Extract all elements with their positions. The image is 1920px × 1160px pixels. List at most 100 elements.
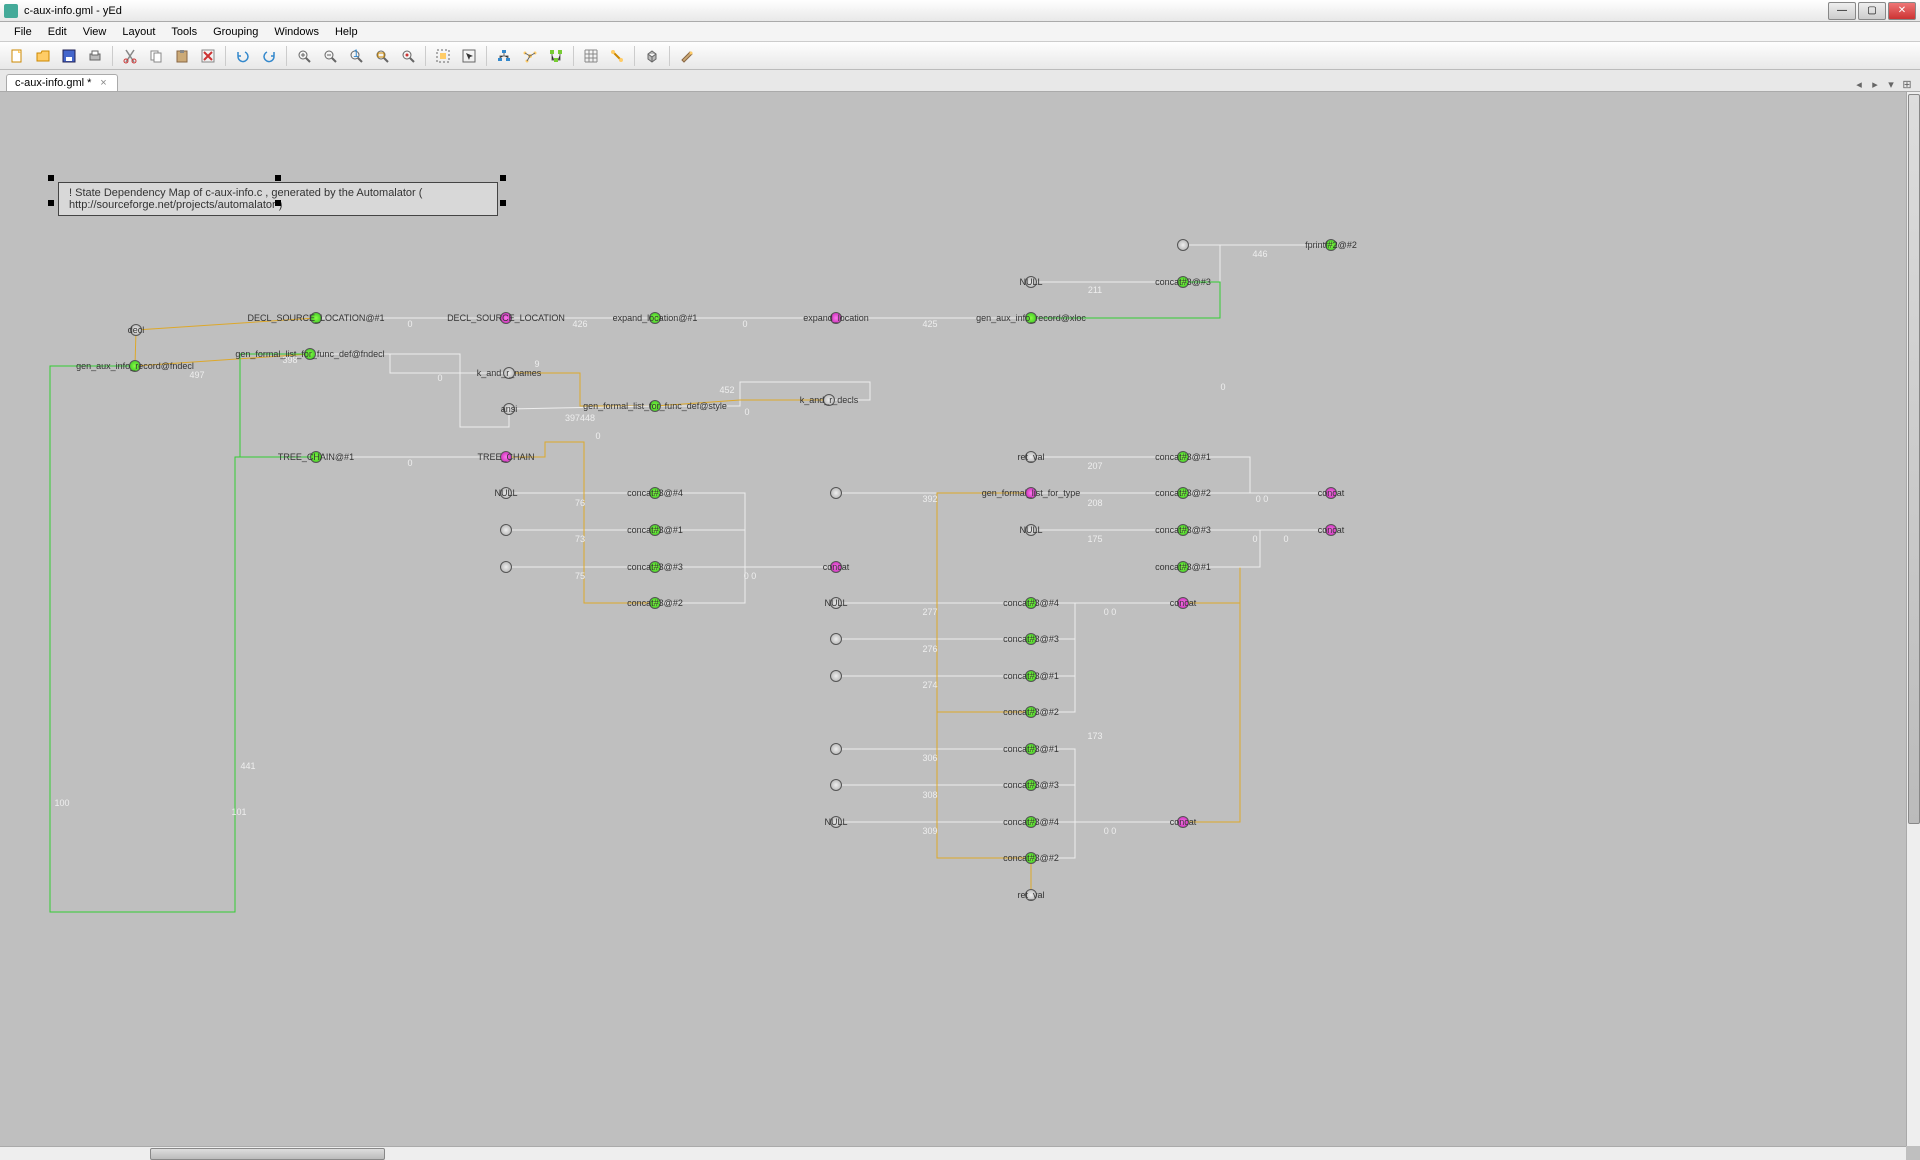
maximize-button[interactable]: ▢ bbox=[1858, 2, 1886, 20]
selection-handle[interactable] bbox=[275, 200, 281, 206]
zoom-out-icon[interactable] bbox=[319, 45, 341, 67]
graph-node[interactable] bbox=[1025, 816, 1037, 828]
menu-edit[interactable]: Edit bbox=[40, 24, 75, 40]
graph-node[interactable] bbox=[1025, 743, 1037, 755]
graph-node[interactable] bbox=[830, 743, 842, 755]
graph-node[interactable] bbox=[1325, 524, 1337, 536]
graph-node[interactable] bbox=[830, 633, 842, 645]
zoom-fit-icon[interactable] bbox=[371, 45, 393, 67]
menu-grouping[interactable]: Grouping bbox=[205, 24, 266, 40]
graph-node[interactable] bbox=[1177, 276, 1189, 288]
undo-icon[interactable] bbox=[232, 45, 254, 67]
select-mode-icon[interactable] bbox=[458, 45, 480, 67]
graph-node[interactable] bbox=[830, 670, 842, 682]
tab-close-icon[interactable]: × bbox=[97, 77, 109, 89]
graph-node[interactable] bbox=[310, 451, 322, 463]
hscroll-thumb[interactable] bbox=[150, 1148, 385, 1160]
minimize-button[interactable]: — bbox=[1828, 2, 1856, 20]
graph-node[interactable] bbox=[500, 561, 512, 573]
graph-node[interactable] bbox=[1177, 816, 1189, 828]
snap-icon[interactable] bbox=[606, 45, 628, 67]
graph-node[interactable] bbox=[1177, 487, 1189, 499]
tab-list-icon[interactable]: ▾ bbox=[1884, 77, 1898, 91]
graph-node[interactable] bbox=[830, 816, 842, 828]
tab-next-icon[interactable]: ▸ bbox=[1868, 77, 1882, 91]
graph-node[interactable] bbox=[1325, 487, 1337, 499]
layout-hierarchical-icon[interactable] bbox=[493, 45, 515, 67]
graph-node[interactable] bbox=[500, 487, 512, 499]
graph-node[interactable] bbox=[649, 487, 661, 499]
graph-node[interactable] bbox=[830, 597, 842, 609]
graph-node[interactable] bbox=[1025, 276, 1037, 288]
graph-node[interactable] bbox=[129, 360, 141, 372]
menu-help[interactable]: Help bbox=[327, 24, 366, 40]
graph-node[interactable] bbox=[823, 394, 835, 406]
document-tab[interactable]: c-aux-info.gml * × bbox=[6, 74, 118, 91]
paste-icon[interactable] bbox=[171, 45, 193, 67]
selection-handle[interactable] bbox=[48, 200, 54, 206]
selection-handle[interactable] bbox=[500, 200, 506, 206]
copy-icon[interactable] bbox=[145, 45, 167, 67]
3d-icon[interactable] bbox=[641, 45, 663, 67]
graph-node[interactable] bbox=[1025, 451, 1037, 463]
selection-handle[interactable] bbox=[48, 175, 54, 181]
graph-node[interactable] bbox=[1325, 239, 1337, 251]
graph-node[interactable] bbox=[1025, 670, 1037, 682]
menu-file[interactable]: File bbox=[6, 24, 40, 40]
print-icon[interactable] bbox=[84, 45, 106, 67]
menu-layout[interactable]: Layout bbox=[114, 24, 163, 40]
graph-node[interactable] bbox=[649, 597, 661, 609]
graph-node[interactable] bbox=[1177, 561, 1189, 573]
graph-node[interactable] bbox=[649, 400, 661, 412]
delete-icon[interactable] bbox=[197, 45, 219, 67]
graph-node[interactable] bbox=[830, 312, 842, 324]
redo-icon[interactable] bbox=[258, 45, 280, 67]
graph-node[interactable] bbox=[1025, 633, 1037, 645]
graph-node[interactable] bbox=[1177, 597, 1189, 609]
graph-node[interactable] bbox=[1025, 889, 1037, 901]
tab-prev-icon[interactable]: ◂ bbox=[1852, 77, 1866, 91]
grid-icon[interactable] bbox=[580, 45, 602, 67]
tab-menu-icon[interactable]: ⊞ bbox=[1900, 77, 1914, 91]
new-icon[interactable] bbox=[6, 45, 28, 67]
graph-node[interactable] bbox=[649, 524, 661, 536]
graph-node[interactable] bbox=[1177, 524, 1189, 536]
graph-banner[interactable]: ! State Dependency Map of c-aux-info.c ,… bbox=[58, 182, 498, 216]
graph-node[interactable] bbox=[1025, 779, 1037, 791]
graph-node[interactable] bbox=[1025, 597, 1037, 609]
graph-node[interactable] bbox=[649, 561, 661, 573]
menu-windows[interactable]: Windows bbox=[266, 24, 327, 40]
graph-node[interactable] bbox=[130, 324, 142, 336]
graph-node[interactable] bbox=[1177, 451, 1189, 463]
vscroll-thumb[interactable] bbox=[1908, 94, 1920, 824]
graph-node[interactable] bbox=[830, 561, 842, 573]
zoom-in-icon[interactable] bbox=[293, 45, 315, 67]
graph-node[interactable] bbox=[500, 524, 512, 536]
horizontal-scrollbar[interactable] bbox=[0, 1146, 1906, 1160]
layout-orthogonal-icon[interactable] bbox=[545, 45, 567, 67]
open-icon[interactable] bbox=[32, 45, 54, 67]
fit-content-icon[interactable] bbox=[432, 45, 454, 67]
zoom-selection-icon[interactable] bbox=[397, 45, 419, 67]
graph-node[interactable] bbox=[649, 312, 661, 324]
graph-node[interactable] bbox=[500, 312, 512, 324]
save-icon[interactable] bbox=[58, 45, 80, 67]
graph-node[interactable] bbox=[503, 367, 515, 379]
graph-node[interactable] bbox=[1025, 706, 1037, 718]
graph-node[interactable] bbox=[1177, 239, 1189, 251]
graph-node[interactable] bbox=[310, 312, 322, 324]
menu-view[interactable]: View bbox=[75, 24, 115, 40]
cut-icon[interactable] bbox=[119, 45, 141, 67]
graph-node[interactable] bbox=[1025, 524, 1037, 536]
graph-canvas[interactable]: ! State Dependency Map of c-aux-info.c ,… bbox=[0, 92, 1906, 1146]
graph-node[interactable] bbox=[1025, 852, 1037, 864]
graph-node[interactable] bbox=[500, 451, 512, 463]
selection-handle[interactable] bbox=[500, 175, 506, 181]
graph-node[interactable] bbox=[830, 779, 842, 791]
graph-node[interactable] bbox=[503, 403, 515, 415]
graph-node[interactable] bbox=[1025, 487, 1037, 499]
settings-icon[interactable] bbox=[676, 45, 698, 67]
menu-tools[interactable]: Tools bbox=[163, 24, 205, 40]
layout-organic-icon[interactable] bbox=[519, 45, 541, 67]
close-button[interactable]: ✕ bbox=[1888, 2, 1916, 20]
